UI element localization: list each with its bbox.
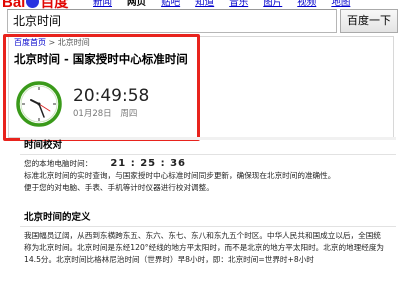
local-time-value: 21 : 25 : 36 bbox=[110, 158, 187, 169]
calibration-rule bbox=[20, 154, 396, 155]
time-calibration-section: 时间校对 您的本地电脑时间： 21 : 25 : 36 标准北京时间的实时查询，与… bbox=[20, 140, 396, 212]
definition-text-1: 我国幅员辽阔，从西到东横跨东五、东六、东七、东八和东九五个时区。中华人民共和国成… bbox=[24, 231, 381, 240]
nav-links: 新闻 网页 贴吧 知道 音乐 图片 视频 地图 bbox=[93, 0, 362, 8]
search-button[interactable]: 百度一下 bbox=[340, 9, 398, 33]
paw-icon bbox=[26, 0, 40, 8]
nav-item-video[interactable]: 视频 bbox=[297, 0, 316, 8]
calibration-text-2: 便于您的对电脑、手表、手机等计时仪器进行校对调整。 bbox=[24, 183, 214, 192]
definition-rule bbox=[20, 226, 396, 227]
nav-item-music[interactable]: 音乐 bbox=[229, 0, 248, 8]
definition-text-2: 称为北京时间。北京时间是东经120°经线的地方平太阳时，而不是北京的地方平太阳时… bbox=[24, 243, 385, 252]
red-highlight-box bbox=[3, 34, 200, 141]
nav-item-web: 网页 bbox=[127, 0, 147, 8]
nav-item-tieba[interactable]: 贴吧 bbox=[161, 0, 180, 8]
beijing-time-definition-section: 北京时间的定义 我国幅员辽阔，从西到东横跨东五、东六、东七、东八和东九五个时区。… bbox=[20, 212, 396, 287]
nav-item-images[interactable]: 图片 bbox=[263, 0, 282, 8]
local-time-label: 您的本地电脑时间： bbox=[24, 159, 93, 168]
nav-item-map[interactable]: 地图 bbox=[331, 0, 350, 8]
baidu-results-page: Bai 百度 新闻 网页 贴吧 知道 音乐 图片 视频 地图 北京时间 百度一下 … bbox=[0, 0, 400, 287]
definition-text-3: 14.5分。北京时间比格林尼治时间（世界时）早8小时，即：北京时间=世界时+8小… bbox=[24, 255, 314, 264]
local-time-line: 您的本地电脑时间： 21 : 25 : 36 bbox=[24, 158, 396, 170]
calibration-text-1: 标准北京时间的实时查询，与国家授时中心标准时间同步更新，确保现在北京时间的准确性… bbox=[24, 171, 336, 180]
search-input[interactable]: 北京时间 bbox=[7, 9, 337, 33]
calibration-heading: 时间校对 bbox=[24, 140, 63, 151]
definition-heading: 北京时间的定义 bbox=[24, 212, 91, 223]
nav-item-news[interactable]: 新闻 bbox=[93, 0, 112, 8]
nav-item-zhidao[interactable]: 知道 bbox=[195, 0, 214, 8]
